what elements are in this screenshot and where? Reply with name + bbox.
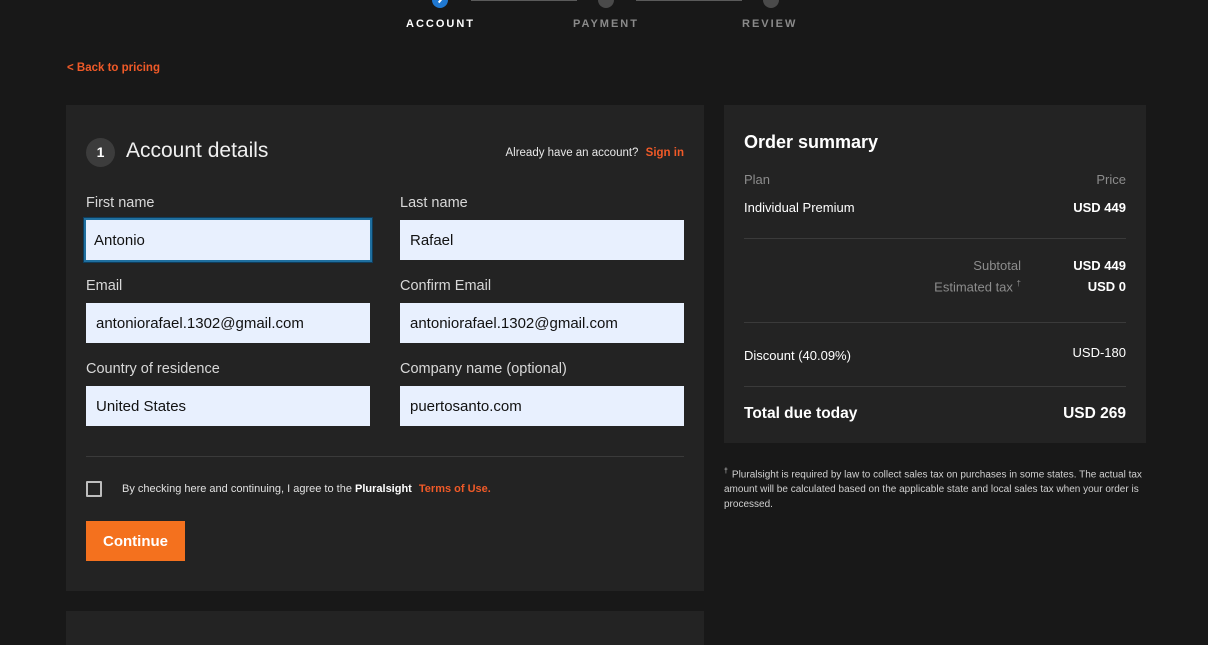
signin-prompt-text: Already have an account? [505,147,639,159]
step-connector [636,0,742,1]
summary-divider [744,238,1126,239]
email-label: Email [86,278,123,294]
tax-footnote: † Pluralsight is required by law to colle… [724,464,1149,512]
checkout-stepper: ACCOUNT PAYMENT REVIEW [0,0,1208,40]
step-label-account: ACCOUNT [406,18,475,30]
continue-button[interactable]: Continue [86,521,185,561]
order-summary-panel: Order summary Plan Price Individual Prem… [724,105,1146,443]
country-label: Country of residence [86,361,220,377]
terms-text: By checking here and continuing, I agree… [122,483,491,495]
last-name-input[interactable] [400,220,684,260]
tax-dagger: † [1016,279,1021,288]
step-connector [471,0,577,1]
terms-text-body: By checking here and continuing, I agree… [122,483,352,495]
terms-of-use-link[interactable]: Terms of Use. [419,483,491,495]
plan-row: Individual Premium USD 449 [744,200,1126,215]
country-input[interactable] [86,386,370,426]
plan-name: Individual Premium [744,200,855,215]
tax-value: USD 0 [1087,279,1126,294]
account-details-panel: 1 Account details Already have an accoun… [66,105,704,591]
checkout-page: ACCOUNT PAYMENT REVIEW < Back to pricing… [0,0,1208,645]
email-input[interactable] [86,303,370,343]
terms-brand: Pluralsight [355,483,412,495]
summary-divider [744,386,1126,387]
discount-row: Discount (40.09%) USD-180 [744,345,1126,363]
subtotal-value: USD 449 [1073,258,1126,273]
panel-title: Account details [126,139,269,162]
footnote-dagger: † [724,468,728,475]
next-step-panel [66,611,704,645]
plan-header: Plan [744,172,771,187]
discount-value: USD-180 [1072,345,1126,360]
summary-divider [744,322,1126,323]
company-label: Company name (optional) [400,361,567,377]
footnote-text: Pluralsight is required by law to collec… [724,469,1142,511]
summary-header-row: Plan Price [744,172,1126,187]
subtotal-label: Subtotal [973,258,1021,273]
first-name-label: First name [86,195,155,211]
terms-checkbox[interactable] [86,481,102,497]
tax-label: Estimated tax † [934,279,1021,294]
step-label-payment: PAYMENT [573,18,639,30]
back-to-pricing-link[interactable]: < Back to pricing [67,62,160,74]
step-number-badge: 1 [86,138,115,167]
step-account-check-icon [432,0,448,8]
signin-prompt: Already have an account? Sign in [505,147,684,159]
discount-label: Discount (40.09%) [744,348,851,363]
total-label: Total due today [744,405,858,422]
order-summary-title: Order summary [744,132,879,152]
sign-in-link[interactable]: Sign in [646,147,684,159]
total-row: Total due today USD 269 [744,405,1126,423]
step-review-dot [763,0,779,8]
price-header: Price [1096,172,1126,187]
tax-label-text: Estimated tax [934,279,1013,295]
step-label-review: REVIEW [742,18,798,30]
form-divider [86,456,684,457]
confirm-email-input[interactable] [400,303,684,343]
step-payment-dot [598,0,614,8]
first-name-input[interactable] [84,218,372,262]
total-value: USD 269 [1063,405,1126,422]
confirm-email-label: Confirm Email [400,278,492,294]
plan-price: USD 449 [1073,200,1126,215]
last-name-label: Last name [400,195,468,211]
company-input[interactable] [400,386,684,426]
